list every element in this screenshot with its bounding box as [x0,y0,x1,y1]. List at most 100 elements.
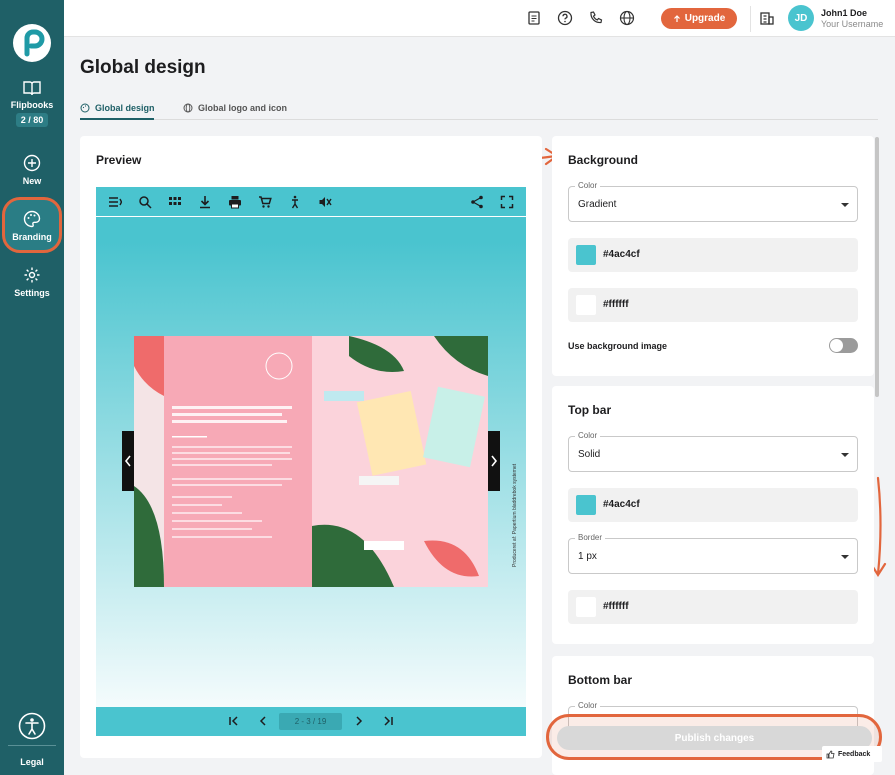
globe-icon [183,103,193,113]
sidebar-item-new[interactable]: New [0,154,64,186]
tab-label: Global design [95,103,155,113]
preview-credit: Produceret af: Papertium bladdrebok syst… [512,463,518,567]
tab-bar: Global design Global logo and icon [80,98,878,120]
sidebar-item-label: Branding [12,232,52,242]
preview-next-page-button[interactable] [488,431,500,491]
arrow-up-icon [673,14,680,22]
page-title: Global design [80,57,206,78]
legal-link[interactable]: Legal [0,753,64,767]
top-bar-panel: Top bar Color Solid #4ac4cf Border 1 px … [552,386,874,644]
share-icon[interactable] [470,195,484,209]
sidebar-item-flipbooks[interactable]: Flipbooks 2 / 80 [0,80,64,128]
color-swatch[interactable] [576,245,596,265]
background-color-1[interactable]: #4ac4cf [568,238,858,272]
thumbs-up-icon [826,750,835,758]
background-image-label: Use background image [568,341,668,351]
gear-icon [24,267,40,283]
chevron-down-icon [841,453,849,457]
download-icon[interactable] [198,195,212,209]
sidebar-item-branding[interactable]: Branding [0,210,64,242]
preview-prev-page-button[interactable] [122,431,134,491]
print-icon[interactable] [228,195,242,209]
preview-card: Preview Produceret af: Papertium bladdre… [80,136,542,758]
field-label: Color [575,181,601,190]
prev-page-icon[interactable] [257,715,269,727]
flipbook-spread[interactable] [134,336,488,587]
background-color-2[interactable]: #ffffff [568,288,858,322]
menu-icon[interactable] [108,195,122,209]
chevron-down-icon [841,203,849,207]
document-icon[interactable] [526,10,542,26]
background-image-toggle[interactable] [829,338,858,353]
sidebar-item-settings[interactable]: Settings [0,266,64,298]
phone-icon[interactable] [588,10,604,26]
search-icon[interactable] [138,195,152,209]
sidebar: Flipbooks 2 / 80 New Branding Settings L… [0,0,64,775]
tab-global-design[interactable]: Global design [80,103,155,113]
top-bar-border-color[interactable]: #ffffff [568,590,858,624]
color-value: #4ac4cf [603,249,640,260]
first-page-icon[interactable] [228,715,240,727]
avatar[interactable]: JD [788,5,814,31]
upgrade-button[interactable]: Upgrade [661,8,737,29]
legal-label[interactable]: Legal [0,757,64,767]
tab-global-logo[interactable]: Global logo and icon [183,103,287,113]
color-swatch[interactable] [576,597,596,617]
field-label: Color [575,431,601,440]
background-panel: Background Color Gradient #4ac4cf #fffff… [552,136,874,376]
flipbook-preview: Produceret af: Papertium bladdrebok syst… [96,187,526,736]
accessibility-icon [18,712,46,740]
cart-icon[interactable] [258,195,272,209]
top-bar-color[interactable]: #4ac4cf [568,488,858,522]
spread-artwork-image [134,336,488,587]
bottom-bar-title: Bottom bar [568,673,632,687]
field-value: 1 px [578,551,597,562]
feedback-button[interactable]: Feedback [822,746,882,762]
app-logo[interactable] [13,24,51,62]
page-indicator[interactable]: 2 - 3 / 19 [279,713,342,730]
field-label: Border [575,533,606,542]
sidebar-item-label: Settings [14,288,50,298]
chevron-right-icon [491,455,498,467]
background-color-select[interactable]: Color Gradient [568,181,858,222]
scrollbar[interactable] [875,137,879,397]
flipbook-count-badge: 2 / 80 [15,113,49,127]
accessibility-button[interactable] [0,712,64,740]
preview-top-bar [96,187,526,217]
field-value: Gradient [578,199,617,210]
upgrade-label: Upgrade [684,13,726,24]
divider [750,6,751,32]
sidebar-item-label: Flipbooks [10,100,54,110]
toggle-knob [830,339,843,352]
chevron-down-icon [841,555,849,559]
sound-off-icon[interactable] [318,195,332,209]
help-icon[interactable] [557,10,573,26]
topbar: Upgrade JD John1 Doe Your Username [64,0,895,37]
color-swatch[interactable] [576,495,596,515]
user-username: Your Username [821,19,884,29]
field-label: Color [575,701,601,710]
book-open-icon [23,81,41,96]
color-value: #4ac4cf [603,499,640,510]
globe-icon[interactable] [619,10,635,26]
chevron-left-icon [124,455,131,467]
next-page-icon[interactable] [353,715,365,727]
palette-icon [80,103,90,113]
accessibility-icon[interactable] [288,195,302,209]
field-value: Solid [578,449,601,460]
preview-bottom-bar: 2 - 3 / 19 [96,707,526,736]
feedback-label: Feedback [838,750,871,758]
plus-circle-icon [23,154,41,172]
color-value: #ffffff [603,601,629,612]
color-swatch[interactable] [576,295,596,315]
top-bar-border-select[interactable]: Border 1 px [568,533,858,574]
user-name: John1 Doe [821,8,868,18]
last-page-icon[interactable] [382,715,394,727]
sidebar-item-label: New [22,176,42,186]
tab-label: Global logo and icon [198,103,287,113]
building-icon[interactable] [759,10,775,26]
divider [8,745,56,746]
top-bar-color-select[interactable]: Color Solid [568,431,858,472]
fullscreen-icon[interactable] [500,195,514,209]
grid-icon[interactable] [168,195,182,209]
